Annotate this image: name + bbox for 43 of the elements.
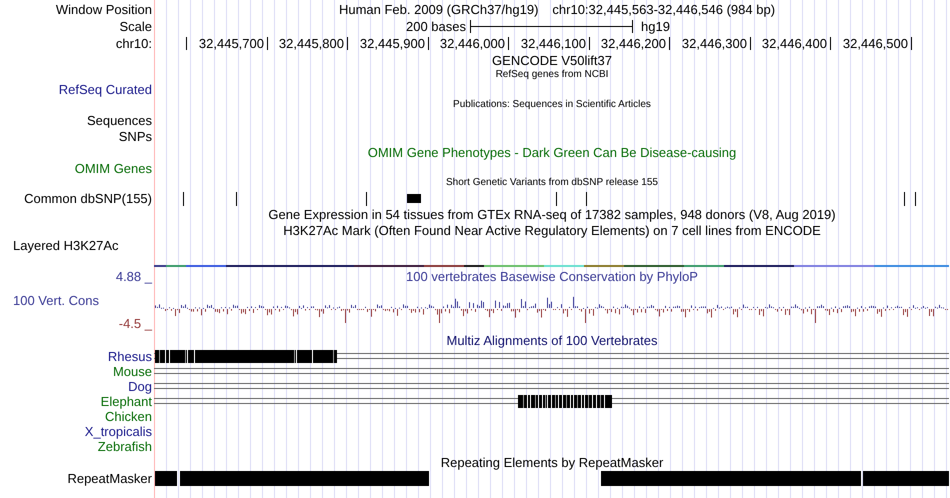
ruler-label: 32,446,500 (842, 37, 908, 50)
ruler-label: 32,446,000 (440, 37, 505, 50)
track-label[interactable]: RepeatMasker (67, 472, 152, 484)
track-title: RefSeq genes from NCBI (494, 70, 610, 80)
species-label[interactable]: X_tropicalis (84, 425, 152, 438)
ruler-label: 32,446,300 (682, 37, 747, 50)
axis-max-label[interactable]: 4.88 _ (116, 270, 152, 283)
ruler-label: 32,445,800 (278, 37, 344, 50)
species-label[interactable]: Dog (128, 380, 152, 393)
row-label[interactable]: chr10: (116, 37, 152, 50)
track-title: H3K27Ac Mark (Often Found Near Active Regulatory Elements) on 7 cell lines from ENCODE (282, 224, 822, 237)
track-title: Publications: Sequences in Scientific Articles (452, 100, 652, 110)
row-label[interactable]: Window Position (56, 3, 152, 16)
track-label[interactable]: Common dbSNP(155) (24, 192, 152, 205)
position-text: chr10:32,445,563-32,446,546 (984 bp) (552, 3, 776, 16)
axis-min-label: -4.5 _ (118, 317, 154, 330)
track-label[interactable]: SNPs (118, 130, 152, 142)
track-title: Multiz Alignments of 100 Vertebrates (445, 334, 658, 347)
track-label[interactable]: Layered H3K27Ac (0, 238, 119, 252)
species-label[interactable]: Mouse (112, 365, 152, 378)
scale-db-text: hg19 (641, 20, 670, 33)
assembly-text: Human Feb. 2009 (GRCh37/hg19) (338, 3, 538, 16)
ruler-label: 32,446,400 (762, 37, 827, 50)
species-label[interactable]: Chicken (105, 410, 152, 423)
species-label[interactable]: Elephant (100, 395, 152, 408)
track-label[interactable]: Sequences (86, 114, 152, 126)
track-label[interactable]: OMIM Genes (74, 162, 152, 174)
track-title: GENCODE V50lift37 (491, 54, 613, 66)
track-title: Short Genetic Variants from dbSNP release 155 (445, 178, 659, 188)
ruler-label: 32,446,200 (600, 37, 666, 50)
ruler-label: 32,445,700 (198, 37, 264, 50)
species-label[interactable]: Rhesus (108, 350, 152, 363)
row-label[interactable]: Scale (119, 20, 152, 33)
track-title: Gene Expression in 54 tissues from GTEx RNA-seq of 17382 samples, 948 donors (V8, Aug 2019) (267, 208, 837, 221)
species-label[interactable]: Zebrafish (98, 440, 152, 453)
track-label[interactable]: 100 Vert. Cons (0, 294, 154, 307)
track-label[interactable]: RefSeq Curated (58, 83, 152, 96)
ruler-label: 32,445,900 (360, 37, 425, 50)
ruler-label: 32,446,100 (520, 37, 586, 50)
track-title: Repeating Elements by RepeatMasker (440, 456, 664, 468)
track-title: OMIM Gene Phenotypes - Dark Green Can Be Disease-causing (366, 146, 738, 159)
track-title: 100 vertebrates Basewise Conservation by PhyloP (405, 270, 699, 283)
scale-text: 200 bases (406, 20, 466, 33)
